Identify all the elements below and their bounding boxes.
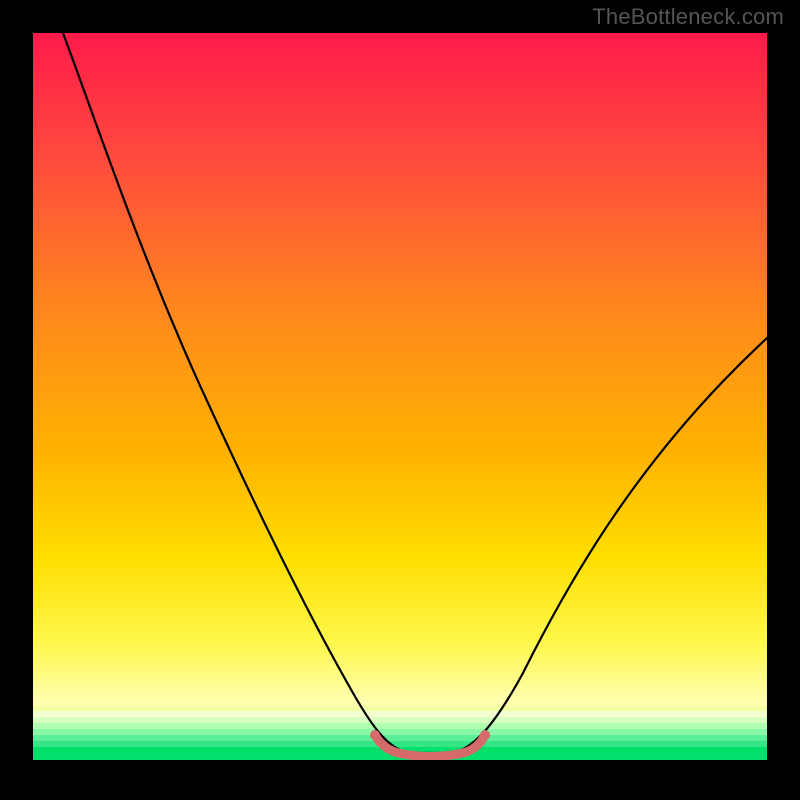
- bottleneck-curve: [63, 33, 767, 753]
- marker-dot-left: [370, 730, 380, 740]
- marker-dot-right: [480, 730, 490, 740]
- watermark-text: TheBottleneck.com: [592, 4, 784, 30]
- chart-plot-area: [33, 33, 767, 760]
- chart-lines: [33, 33, 767, 760]
